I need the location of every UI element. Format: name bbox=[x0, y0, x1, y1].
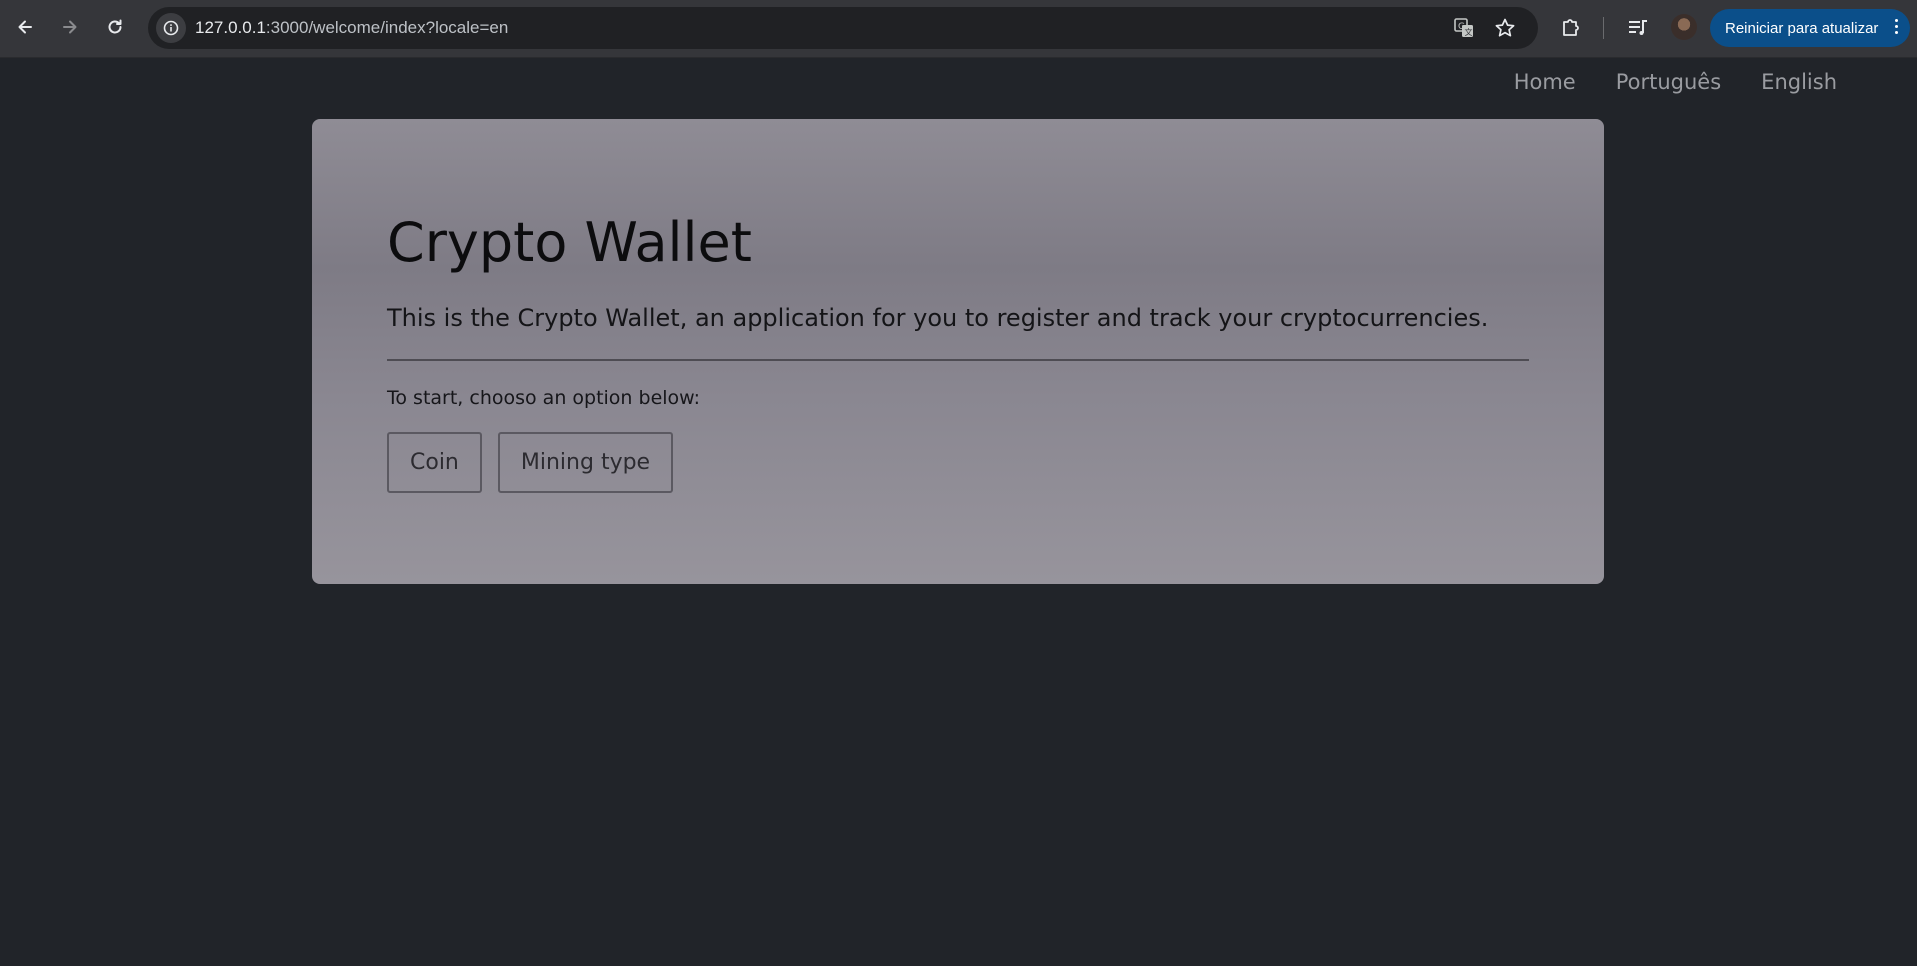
translate-icon: G文 bbox=[1454, 18, 1473, 37]
back-icon bbox=[18, 20, 32, 34]
restart-to-update-button[interactable]: Reiniciar para atualizar bbox=[1710, 9, 1910, 47]
toolbar-divider bbox=[1603, 17, 1604, 39]
site-info-button[interactable] bbox=[156, 13, 186, 43]
address-bar[interactable]: 127.0.0.1:3000/welcome/index?locale=en G… bbox=[148, 7, 1538, 49]
profile-avatar[interactable] bbox=[1671, 14, 1697, 40]
extensions-icon bbox=[1563, 19, 1579, 36]
url-host: 127.0.0.1 bbox=[195, 18, 266, 37]
nav-link-home[interactable]: Home bbox=[1514, 70, 1576, 94]
translate-button[interactable]: G文 bbox=[1452, 16, 1476, 40]
url-text: 127.0.0.1:3000/welcome/index?locale=en bbox=[195, 18, 508, 38]
nav-link-portuguese[interactable]: Português bbox=[1616, 70, 1721, 94]
coin-button[interactable]: Coin bbox=[387, 432, 482, 493]
reload-icon bbox=[108, 19, 122, 34]
browser-toolbar: 127.0.0.1:3000/welcome/index?locale=en G… bbox=[0, 0, 1917, 58]
mining-type-button[interactable]: Mining type bbox=[497, 432, 674, 493]
kebab-menu-icon[interactable] bbox=[1895, 19, 1898, 34]
reload-button[interactable] bbox=[99, 11, 131, 43]
extensions-button[interactable] bbox=[1557, 13, 1585, 41]
forward-icon bbox=[63, 20, 77, 34]
top-navigation: Home Português English bbox=[1514, 70, 1837, 94]
lead-text: This is the Crypto Wallet, an applicatio… bbox=[387, 304, 1489, 332]
restart-to-update-label: Reiniciar para atualizar bbox=[1725, 19, 1879, 37]
start-prompt: To start, chooso an option below: bbox=[387, 387, 701, 409]
media-control-icon bbox=[1629, 20, 1647, 35]
media-control-button[interactable] bbox=[1624, 13, 1652, 41]
bookmark-button[interactable] bbox=[1493, 16, 1517, 40]
page-title: Crypto Wallet bbox=[387, 211, 752, 274]
forward-button[interactable] bbox=[54, 11, 86, 43]
url-path: :3000/welcome/index?locale=en bbox=[265, 18, 509, 37]
site-info-icon bbox=[163, 20, 179, 36]
back-button[interactable] bbox=[9, 11, 41, 43]
bookmark-star-icon bbox=[1495, 18, 1515, 37]
option-buttons: Coin Mining type bbox=[387, 432, 674, 493]
welcome-jumbotron: Crypto Wallet This is the Crypto Wallet,… bbox=[312, 119, 1604, 584]
svg-text:文: 文 bbox=[1465, 27, 1473, 37]
divider bbox=[387, 359, 1529, 361]
nav-link-english[interactable]: English bbox=[1761, 70, 1837, 94]
